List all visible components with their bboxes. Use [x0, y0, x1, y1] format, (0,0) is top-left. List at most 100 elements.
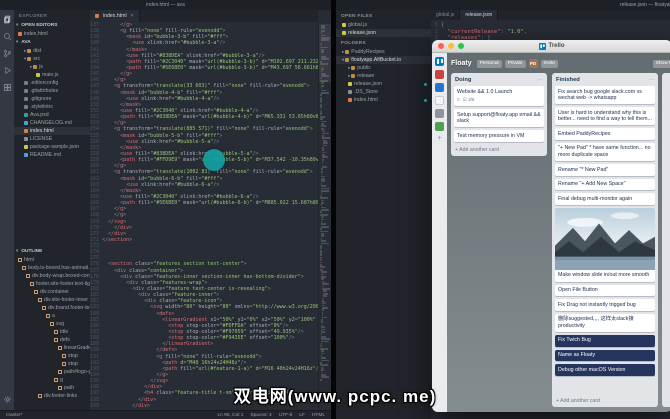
trello-card[interactable]: Setup support@floaty.app email && slack [454, 109, 544, 127]
file-tree-item[interactable]: ▸dist [14, 47, 90, 55]
service-icon-light[interactable] [435, 96, 444, 105]
window2-titlebar[interactable]: release.json — floatyapp.AltBucket.io [336, 0, 670, 10]
trello-card[interactable]: Embed PaddyRecipes [555, 128, 655, 140]
trello-card[interactable]: "+ New Pad" * have same function... no m… [555, 143, 655, 161]
outline-item[interactable]: footer.site-footer.text-light [14, 280, 90, 288]
minimap[interactable] [318, 22, 331, 408]
search-icon[interactable] [3, 32, 12, 41]
file-tree-item[interactable]: CHANGELOG.md [14, 119, 90, 127]
status-item[interactable]: Ln 95, Col 1 [218, 413, 244, 418]
file-tree-item[interactable]: .gitattributes [14, 87, 90, 95]
trello-titlebar[interactable]: Trello [432, 40, 670, 53]
explorer-icon[interactable] [3, 15, 12, 24]
folder-tree-item[interactable]: release.json [336, 80, 431, 88]
file-tree-item[interactable]: .editorconfig [14, 79, 90, 87]
source-control-icon[interactable] [3, 49, 12, 58]
add-card-button[interactable]: + Add another card [454, 145, 544, 153]
folder-tree-item[interactable]: ▾floatyapp.AltBucket.io [336, 56, 431, 64]
file-tree-item[interactable]: LICENSE [14, 135, 90, 143]
file-tree-item[interactable]: Ava.psd [14, 111, 90, 119]
editor2-code[interactable]: 1{2 "currentRelease": "1.0",3 "releases"… [431, 20, 670, 42]
service-icon-red[interactable] [435, 70, 444, 79]
tab-index-html[interactable]: index.html × [90, 10, 140, 22]
outline-item[interactable]: stop [14, 360, 90, 368]
folder-tree-item[interactable]: ▸public [336, 64, 431, 72]
editor-code[interactable]: 137 </g>138 <g fill="none" fill-rule="ev… [90, 22, 318, 410]
trello-card[interactable]: Open File Button [555, 285, 655, 297]
folder-tree-item[interactable]: ▸release [336, 72, 431, 80]
status-item[interactable]: Spaces: 4 [250, 413, 271, 418]
service-icon-gray[interactable] [435, 109, 444, 118]
show-menu-button[interactable]: Show Menu [653, 60, 670, 68]
tab-release-json[interactable]: release.json [460, 10, 498, 20]
board-name[interactable]: Floaty [451, 60, 472, 67]
trello-card[interactable]: Fix Twich Bug [555, 335, 655, 347]
file-tree-item[interactable]: package-sample.json [14, 143, 90, 151]
outline-item[interactable]: div.brand.footer-brand [14, 304, 90, 312]
open-files-header[interactable]: OPEN FILES [336, 10, 431, 21]
avatar[interactable]: PD [529, 59, 538, 68]
visibility-button[interactable]: Private [505, 60, 526, 68]
close-icon[interactable]: × [131, 13, 134, 19]
outline-item[interactable]: div.container [14, 288, 90, 296]
trello-card[interactable]: Fix search bug google slack.com vs wecha… [555, 86, 655, 104]
trello-card[interactable]: Test memory pressure in VM [454, 130, 544, 142]
folders-header[interactable]: FOLDERS [336, 37, 431, 48]
outline-item[interactable]: path#logo-gradient-foo… [14, 368, 90, 376]
file-tree-item[interactable]: index.html [14, 127, 90, 135]
folder-tree-item[interactable]: index.html [336, 96, 431, 104]
folder-root-header[interactable]: ▾ AVA [16, 39, 31, 45]
file-tree-item[interactable]: README.md [14, 151, 90, 159]
vscode-titlebar[interactable]: index.html — ava [0, 0, 331, 10]
list-menu-icon[interactable]: ⋯ [538, 77, 543, 83]
tab-global-js[interactable]: global.js [431, 10, 460, 20]
trello-card[interactable]: Final debug multi-monitor again [555, 193, 655, 205]
folder-tree-item[interactable]: .DS_Store [336, 88, 431, 96]
status-item[interactable]: HTML [312, 413, 325, 418]
trello-card[interactable]: User is hard to understand why this is b… [555, 107, 655, 125]
outline-item[interactable]: svg [14, 320, 90, 328]
outline-item[interactable]: title [14, 328, 90, 336]
folder-tree-item[interactable]: ▸PaddyRecipes [336, 48, 431, 56]
trello-card[interactable]: Rename "* New Pad" [555, 164, 655, 176]
outline-item[interactable]: linearGradient#logo-gra… [14, 344, 90, 352]
outline-item[interactable]: html [14, 256, 90, 264]
trello-card[interactable]: Name as Floaty [555, 350, 655, 362]
close-window-button[interactable] [438, 43, 444, 49]
outline-item[interactable]: a [14, 312, 90, 320]
outline-item[interactable]: stop [14, 352, 90, 360]
trello-card[interactable]: Make window slide in/out more smooth [555, 208, 655, 282]
file-tree-item[interactable]: .gitignore [14, 95, 90, 103]
open-file-item[interactable]: global.js [336, 21, 431, 29]
editor-pane[interactable]: index.html × 137 </g>138 <g fill="none" … [90, 10, 318, 410]
status-item[interactable]: UTF-8 [279, 413, 293, 418]
trello-card[interactable]: 删除suggested,,,, 这样太slack接 productivity [555, 314, 655, 332]
file-tree-item[interactable]: .stylelintrc [14, 103, 90, 111]
outline-item[interactable]: div.body-wrap.boxed-conta… [14, 272, 90, 280]
add-service-icon[interactable]: + [437, 135, 441, 142]
outline-item[interactable]: defs [14, 336, 90, 344]
team-button[interactable]: Personal [477, 60, 502, 68]
extensions-icon[interactable] [3, 83, 12, 92]
outline-item[interactable]: div.site-footer-inner [14, 296, 90, 304]
debug-icon[interactable] [3, 66, 12, 75]
open-editors-header[interactable]: ▾ OPEN EDITORS [16, 22, 57, 28]
git-branch-status[interactable]: master* [6, 413, 23, 418]
list-menu-icon[interactable]: ⋯ [649, 77, 654, 83]
file-tree-item[interactable]: ▸js [14, 63, 90, 71]
service-icon-blue[interactable] [435, 83, 444, 92]
open-editor-item[interactable]: index.html [14, 30, 90, 38]
trello-card[interactable]: Website && 1.0 Launch≡☑ 3/6 [454, 86, 544, 106]
trello-card[interactable]: Rename "+ Add New Space" [555, 179, 655, 191]
file-tree-item[interactable]: main.js [14, 71, 90, 79]
zoom-window-button[interactable] [458, 43, 464, 49]
outline-item[interactable]: body.is-boxed.has-animati… [14, 264, 90, 272]
trello-service-icon[interactable] [435, 57, 444, 66]
file-tree-item[interactable]: ▾src [14, 55, 90, 63]
open-file-item[interactable]: release.json [336, 29, 431, 37]
trello-card[interactable]: Debug other macOS Version [555, 364, 655, 376]
status-item[interactable]: LF [299, 413, 305, 418]
trello-card[interactable]: Fix Drag not instantly trigged bug [555, 299, 655, 311]
service-icon-green[interactable] [435, 122, 444, 131]
outline-header[interactable]: ▾ OUTLINE [16, 248, 42, 254]
